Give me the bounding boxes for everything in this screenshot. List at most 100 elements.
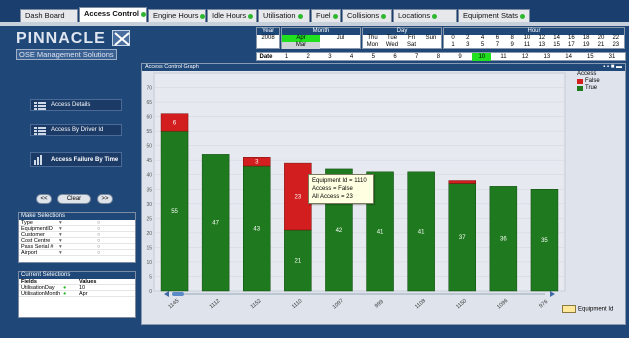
hour-option[interactable]: 7 (490, 42, 504, 49)
access-by-driver-button[interactable]: Access By Driver Id (30, 124, 122, 136)
date-option-selected[interactable]: 10 (472, 53, 492, 61)
month-option-selected[interactable]: Apr (282, 35, 320, 42)
day-option[interactable]: Tue (383, 35, 402, 42)
day-option[interactable]: Fri (402, 35, 421, 42)
date-option[interactable]: 1 (277, 53, 296, 61)
hour-option[interactable]: 23 (609, 42, 623, 49)
date-option[interactable]: 2 (299, 53, 318, 61)
x-tick-label: 1096 (496, 298, 509, 310)
tab-engine-hours[interactable]: Engine Hours (148, 9, 206, 22)
hour-option[interactable]: 9 (505, 42, 519, 49)
bar-true-label: 21 (295, 258, 302, 264)
date-option[interactable]: 12 (516, 53, 535, 61)
hour-option[interactable]: 12 (535, 35, 549, 42)
scroll-right-icon[interactable] (550, 291, 555, 297)
legend-title: Access (577, 71, 597, 77)
hour-option[interactable]: 21 (594, 42, 608, 49)
tab-idle-hours[interactable]: Idle Hours (207, 9, 257, 22)
tab-utilisation[interactable]: Utilisation (258, 9, 310, 22)
day-option[interactable]: Wed (383, 42, 402, 49)
y-tick-label: 5 (149, 274, 152, 280)
hour-option[interactable]: 22 (609, 35, 623, 42)
date-option[interactable]: 13 (537, 53, 556, 61)
legend-item-true[interactable]: True (577, 85, 621, 92)
day-label: Day (363, 28, 441, 35)
radio-icon[interactable]: ○ (97, 250, 100, 256)
access-details-label: Access Details (51, 102, 91, 108)
current-selection-row: UtilisationMonth ● Apr (19, 291, 135, 297)
month-option[interactable]: Mar (282, 42, 320, 49)
date-option[interactable]: 8 (429, 53, 448, 61)
access-details-button[interactable]: Access Details (30, 99, 122, 111)
date-option[interactable]: 5 (364, 53, 383, 61)
status-dot-icon (432, 13, 438, 19)
tab-dash-board[interactable]: Dash Board (20, 9, 78, 22)
hour-option[interactable]: 18 (579, 35, 593, 42)
date-option[interactable]: 31 (603, 53, 622, 61)
x-axis-label[interactable]: Equipment Id (562, 305, 613, 313)
status-dot-icon (297, 13, 303, 19)
hour-option[interactable]: 0 (446, 35, 460, 42)
day-option[interactable]: Sat (402, 42, 421, 49)
next-button[interactable]: >> (97, 194, 113, 204)
selection-value: Apr (79, 291, 88, 297)
x-tick-label: 1112 (209, 298, 222, 310)
tab-label: Engine Hours (153, 11, 199, 20)
tab-access-control[interactable]: Access Control (79, 7, 147, 22)
date-option[interactable]: 11 (494, 53, 513, 61)
date-label: Date (259, 54, 273, 60)
lock-icon[interactable]: ● (63, 291, 66, 297)
hour-option[interactable]: 8 (505, 35, 519, 42)
hour-option[interactable]: 20 (594, 35, 608, 42)
dropdown-icon[interactable]: ▾ (59, 250, 62, 256)
date-option[interactable]: 9 (451, 53, 470, 61)
hour-option[interactable]: 4 (476, 35, 490, 42)
day-option[interactable]: Mon (363, 42, 382, 49)
date-option[interactable]: 4 (342, 53, 361, 61)
clear-button[interactable]: Clear (57, 194, 91, 204)
current-selections-title: Current Selections (19, 272, 135, 279)
hour-option[interactable]: 6 (490, 35, 504, 42)
day-option[interactable]: Sun (422, 35, 441, 42)
month-option[interactable]: Jul (321, 35, 360, 42)
scrollbar-thumb[interactable] (172, 292, 184, 296)
day-option[interactable]: Thu (363, 35, 382, 42)
access-failure-by-time-button[interactable]: Access Failure By Time (30, 152, 122, 167)
y-tick-label: 30 (146, 202, 152, 208)
bar-false[interactable] (448, 180, 476, 184)
tab-equipment-stats[interactable]: Equipment Stats (458, 9, 530, 22)
date-option[interactable]: 6 (386, 53, 405, 61)
hour-option[interactable]: 1 (446, 42, 460, 49)
scroll-left-icon[interactable] (164, 291, 169, 297)
hour-option[interactable]: 19 (579, 42, 593, 49)
date-option[interactable]: 3 (320, 53, 339, 61)
legend-item-false[interactable]: False (577, 78, 621, 85)
y-tick-label: 10 (146, 260, 152, 266)
date-row: Date 1 2 3 4 5 6 7 8 9 10 11 12 13 14 15 31 (256, 52, 626, 61)
hour-option[interactable]: 16 (564, 35, 578, 42)
hour-option[interactable]: 15 (550, 42, 564, 49)
date-option[interactable]: 15 (581, 53, 600, 61)
hour-option[interactable]: 13 (535, 42, 549, 49)
bar-true-label: 55 (171, 209, 178, 215)
tab-collisions[interactable]: Collisions (342, 9, 392, 22)
hour-option[interactable]: 5 (476, 42, 490, 49)
hour-option[interactable]: 3 (461, 42, 475, 49)
tab-fuel[interactable]: Fuel (311, 9, 341, 22)
x-tick-label: 1152 (250, 298, 263, 310)
prev-button[interactable]: << (36, 194, 52, 204)
year-option[interactable]: 2008 (257, 35, 279, 42)
year-label: Year (257, 28, 279, 35)
date-option[interactable]: 14 (559, 53, 578, 61)
date-option[interactable]: 7 (407, 53, 426, 61)
hour-option[interactable]: 14 (550, 35, 564, 42)
hour-option[interactable]: 10 (520, 35, 534, 42)
y-tick-label: 40 (146, 173, 152, 179)
bar-true-label: 42 (336, 228, 343, 234)
hour-option[interactable]: 11 (520, 42, 534, 49)
hour-option[interactable]: 2 (461, 35, 475, 42)
tab-locations[interactable]: Locations (393, 9, 457, 22)
hour-option[interactable]: 17 (564, 42, 578, 49)
tab-label: Equipment Stats (463, 11, 519, 20)
make-selection-row[interactable]: Airport ▾ ○ (19, 250, 135, 256)
